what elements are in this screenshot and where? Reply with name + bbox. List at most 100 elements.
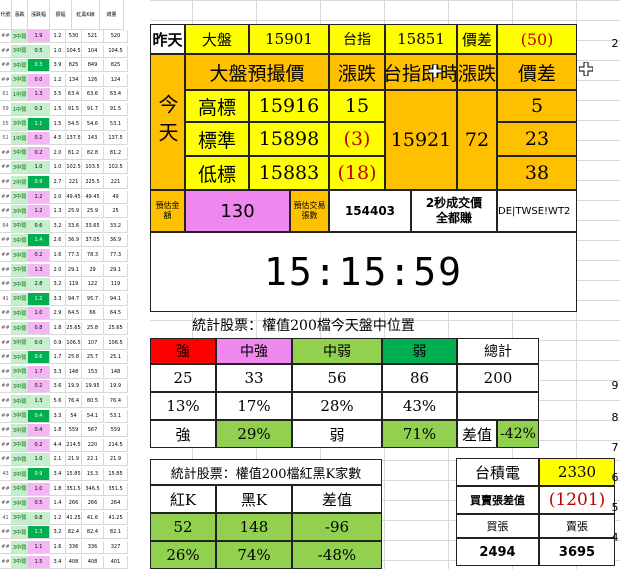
left-grid-cell: ## xyxy=(0,424,12,438)
left-grid-cell: 3.3 xyxy=(50,365,66,379)
left-grid-cell: 51 xyxy=(0,132,12,146)
stats-bottom-diff-value: -42% xyxy=(497,420,539,448)
left-grid-cell: 1.4 xyxy=(50,497,66,511)
left-grid-cell: 137.5 xyxy=(104,132,128,146)
left-grid-cell: 77.3 xyxy=(66,249,82,262)
tsmc-sell-label: 賣張 xyxy=(539,514,615,538)
forecast-title: 大盤預撮價 xyxy=(185,54,329,90)
left-grid-cell: 2.0 xyxy=(50,146,66,160)
left-grid-cell: 3中弱 xyxy=(12,234,28,248)
left-grid-cell: 3中弱 xyxy=(12,511,28,525)
left-grid-row: ## 3中弱 0.5 1.4 266 266 264 xyxy=(0,497,150,511)
left-grid-cell: 3中弱 xyxy=(12,73,28,87)
left-grid-cell: 220 xyxy=(82,438,104,452)
left-grid-cell: 221 xyxy=(104,176,128,189)
left-grid-cell: 266 xyxy=(82,497,104,511)
left-grid-cell: 2.7 xyxy=(50,176,66,189)
left-grid-cell: 3中弱 xyxy=(12,44,28,58)
stats-count-mid-weak: 56 xyxy=(292,364,382,392)
left-grid-cell: 25.65 xyxy=(66,322,82,335)
left-grid-cell: 0.9 xyxy=(50,336,66,350)
clock-display: 15:15:59 xyxy=(150,232,577,312)
left-grid-cell: ## xyxy=(0,73,12,87)
big-market-yesterday-value: 15901 xyxy=(249,24,329,54)
stats-header-weak: 弱 xyxy=(382,338,457,364)
spread-title: 價差 xyxy=(497,54,577,90)
left-grid-cell: 49 xyxy=(104,190,128,204)
left-grid-cell: ## xyxy=(0,44,12,58)
left-grid-cell: 3.3 xyxy=(50,409,66,423)
left-grid-cell: 1.7 xyxy=(50,351,66,365)
left-grid-cell: 126 xyxy=(82,73,104,87)
left-grid-cell: 94.7 xyxy=(66,292,82,306)
left-grid-cell: ## xyxy=(0,380,12,394)
left-grid-cell: 3.2 xyxy=(50,278,66,292)
left-grid-row: ## 3中弱 0.4 3.3 54 54.1 53.1 xyxy=(0,409,150,423)
left-grid-cell: 2中弱 xyxy=(12,176,28,189)
row-number-label: 8 xyxy=(611,410,619,424)
left-grid-cell: 1.8 xyxy=(50,482,66,496)
left-grid-cell: 1.3 xyxy=(28,88,50,102)
left-grid-cell: ## xyxy=(0,190,12,204)
left-grid-cell: 25 xyxy=(104,205,128,219)
left-grid-row: 51 1中弱 0.2 4.5 137.5 143 137.5 xyxy=(0,132,150,146)
row-number-label: 6 xyxy=(611,470,619,484)
left-grid-cell: 91.5 xyxy=(104,103,128,116)
left-grid-cell: 25.8 xyxy=(66,351,82,365)
left-grid-cell: 336 xyxy=(66,541,82,554)
left-grid-cell: 29.1 xyxy=(66,263,82,277)
left-grid-cell: 351.5 xyxy=(66,482,82,496)
left-grid-cell: 0.0 xyxy=(28,73,50,87)
left-grid-cell: 1中弱 xyxy=(12,132,28,146)
left-grid-cell: 33.6 xyxy=(66,219,82,233)
left-grid-cell: 3中弱 xyxy=(12,30,28,43)
left-grid-cell: 0.2 xyxy=(28,146,50,160)
left-grid-cell: 1.3 xyxy=(28,263,50,277)
left-grid-cell: 21.9 xyxy=(104,453,128,467)
left-grid-header-cell: 紅黑K線 xyxy=(72,0,100,30)
two-second-label: 2秒成交價全都賺 xyxy=(411,190,497,232)
left-grid-cell: 1.0 xyxy=(28,482,50,496)
stats-pct-total-empty xyxy=(457,392,539,420)
left-grid-cell: 0.6 xyxy=(28,351,50,365)
left-grid-cell: 25.1 xyxy=(104,351,128,365)
left-grid-cell: 29.1 xyxy=(104,263,128,277)
left-grid-cell: 66 xyxy=(82,307,104,321)
left-grid-cell: 4.5 xyxy=(50,132,66,146)
left-grid-cell: 21.9 xyxy=(66,453,82,467)
left-grid-cell: 1中弱 xyxy=(12,103,28,116)
left-grid-cell: 15.85 xyxy=(104,468,128,481)
left-grid-cell: 327 xyxy=(104,541,128,554)
left-grid-row: ## 3中弱 0.4 1.8 559 567 559 xyxy=(0,424,150,438)
est-amount-value: 130 xyxy=(185,190,290,232)
redblack-header-red: 紅K xyxy=(150,485,216,513)
taiex-label: 台指 xyxy=(329,24,385,54)
left-grid-cell: 55 xyxy=(0,117,12,131)
left-grid-cell: 225.5 xyxy=(82,176,104,189)
left-grid-cell: 1.6 xyxy=(50,541,66,554)
stats-count-total: 200 xyxy=(457,364,539,392)
left-grid-cell: 15.85 xyxy=(66,468,82,481)
row-number-label: 4 xyxy=(611,530,619,544)
left-grid-cell: 82.4 xyxy=(82,526,104,540)
left-grid-row: ## 3中弱 0.0 1.2 134 126 124 xyxy=(0,73,150,87)
left-grid-cell: 3中弱 xyxy=(12,365,28,379)
yesterday-label: 昨天 xyxy=(150,24,185,54)
left-grid-cell: 5.6 xyxy=(50,395,66,408)
left-grid-cell: 54.6 xyxy=(82,117,104,131)
left-grid-cell: ## xyxy=(0,176,12,189)
left-grid-cell: 3中弱 xyxy=(12,438,28,452)
big-market-label: 大盤 xyxy=(185,24,249,54)
left-grid-cell: 0.3 xyxy=(28,103,50,116)
left-grid-row: ## 3中弱 1.0 1.0 102.5 103.5 102.5 xyxy=(0,161,150,175)
tsmc-diff-label: 買賣張差值 xyxy=(456,486,539,514)
left-grid-cell: 3中弱 xyxy=(12,278,28,292)
high-change: 15 xyxy=(329,90,385,122)
left-grid-cell: 1.0 xyxy=(28,307,50,321)
left-grid-row: 61 1中弱 1.3 3.5 63.4 63.6 63.4 xyxy=(0,88,150,102)
est-trades-value: 154403 xyxy=(329,190,411,232)
std-change: (3) xyxy=(329,122,385,156)
left-grid-cell: 1.7 xyxy=(28,365,50,379)
left-grid-cell: 849 xyxy=(82,59,104,73)
left-grid-cell: 25.8 xyxy=(82,322,104,335)
